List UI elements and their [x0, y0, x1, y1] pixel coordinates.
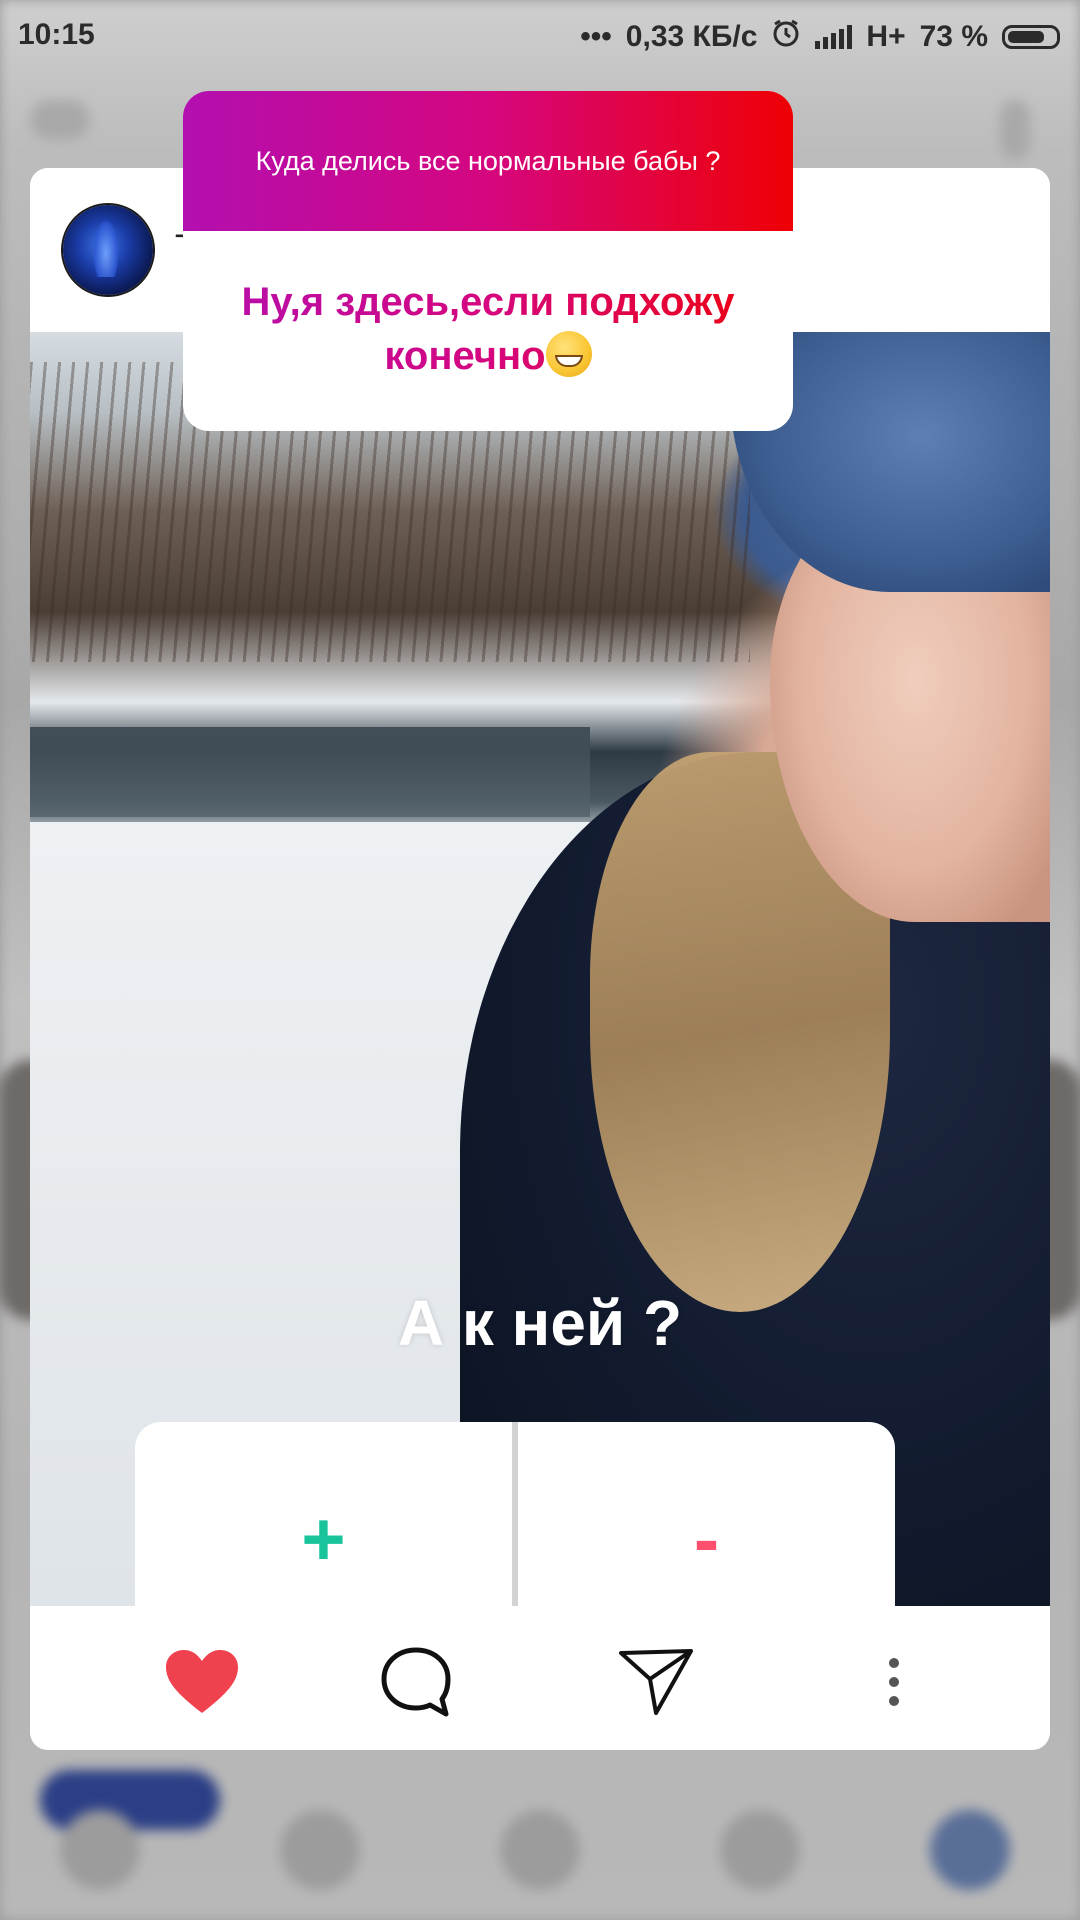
network-type: H+: [866, 20, 906, 53]
alarm-icon: [771, 18, 801, 56]
story-actions-bar: [30, 1606, 1050, 1750]
answer-text: Ну,я здесь,если подхожу конечно: [241, 280, 735, 378]
answer-block: Ну,я здесь,если подхожу конечно: [183, 231, 793, 383]
send-icon[interactable]: [616, 1642, 696, 1722]
photo-river: [30, 727, 590, 817]
question-sticker: Куда делись все нормальные бабы ? Ну,я з…: [183, 91, 793, 431]
heart-icon[interactable]: [162, 1642, 242, 1722]
battery-icon: [1002, 25, 1060, 49]
avatar[interactable]: [63, 205, 153, 295]
notification-dots: •••: [580, 20, 612, 53]
status-bar: 10:15 ••• 0,33 КБ/с H+ 73 %: [0, 0, 1080, 72]
more-icon[interactable]: [854, 1642, 934, 1722]
grinning-emoji-icon: [545, 331, 592, 377]
poll-question: А к ней ?: [397, 1287, 683, 1359]
battery-percent: 73 %: [919, 20, 988, 53]
question-text: Куда делись все нормальные бабы ?: [183, 91, 793, 231]
status-time: 10:15: [18, 18, 95, 51]
comment-icon[interactable]: [376, 1642, 456, 1722]
story-photo: [30, 332, 1050, 1606]
net-speed: 0,33 КБ/с: [625, 20, 758, 53]
signal-icon: [815, 25, 853, 49]
